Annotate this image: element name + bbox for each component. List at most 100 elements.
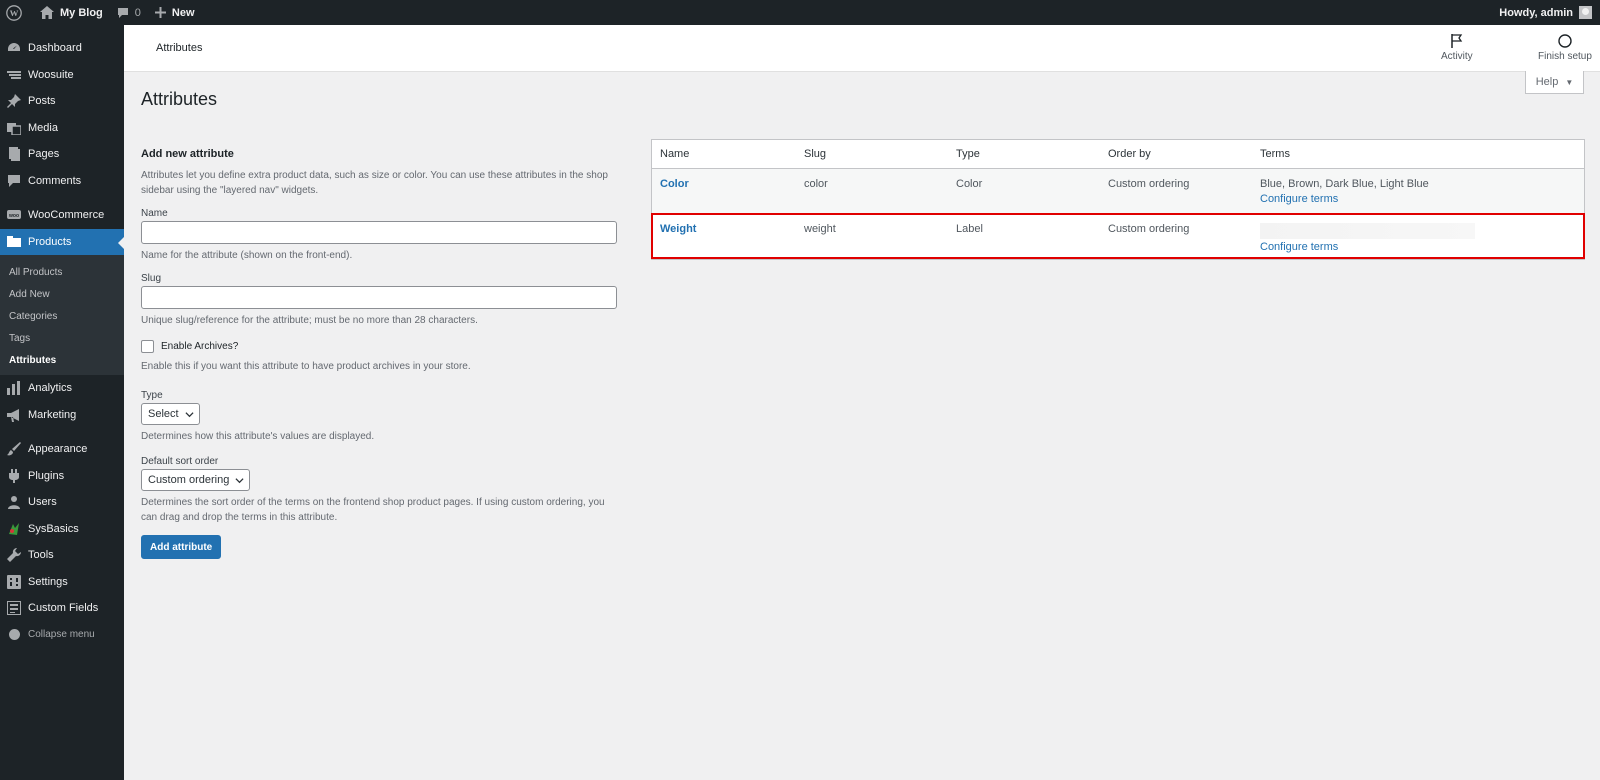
- name-description: Name for the attribute (shown on the fro…: [141, 250, 353, 261]
- column-header-terms: Terms: [1260, 148, 1290, 160]
- add-attribute-button[interactable]: Add attribute: [141, 535, 222, 559]
- comments-link[interactable]: 0: [109, 0, 147, 25]
- name-input[interactable]: [141, 221, 617, 244]
- wrench-icon: [7, 548, 21, 563]
- sidebar-item-settings[interactable]: Settings: [0, 569, 124, 596]
- dashboard-icon: [7, 41, 21, 55]
- header-page-title: Attributes: [156, 42, 203, 54]
- sidebar-item-label: Users: [28, 496, 57, 509]
- sidebar-item-users[interactable]: Users: [0, 489, 124, 516]
- attribute-name-link[interactable]: Weight: [660, 223, 696, 235]
- sidebar-item-marketing[interactable]: Marketing: [0, 402, 124, 429]
- enable-archives-label: Enable Archives?: [161, 341, 239, 352]
- sidebar-item-products[interactable]: Products: [0, 228, 124, 255]
- sidebar-item-label: Plugins: [28, 469, 65, 482]
- add-attribute-form: Add new attribute Attributes let you def…: [141, 148, 617, 559]
- archives-description: Enable this if you want this attribute t…: [141, 361, 471, 372]
- wordpress-logo-icon[interactable]: W: [0, 0, 28, 25]
- submenu-categories[interactable]: Categories: [0, 305, 124, 327]
- sidebar-item-label: Media: [28, 121, 58, 134]
- sidebar-item-label: Products: [28, 235, 72, 248]
- sidebar-item-label: Analytics: [28, 382, 73, 395]
- table-row: Weight weight Label Custom ordering Conf…: [651, 213, 1585, 259]
- site-name: My Blog: [60, 6, 103, 19]
- new-label: New: [171, 6, 195, 19]
- type-select-value: Select: [148, 408, 179, 420]
- new-content-link[interactable]: New: [147, 0, 201, 25]
- sidebar-item-posts[interactable]: Posts: [0, 88, 124, 115]
- site-name-link[interactable]: My Blog: [28, 0, 109, 25]
- configure-terms-link[interactable]: Configure terms: [1260, 193, 1584, 205]
- column-header-type: Type: [956, 148, 980, 160]
- attribute-order-by: Custom ordering: [1108, 178, 1190, 190]
- sidebar-item-label: Appearance: [28, 443, 88, 456]
- help-label: Help: [1535, 76, 1559, 88]
- sort-order-select[interactable]: Custom ordering: [141, 469, 251, 491]
- sidebar-item-analytics[interactable]: Analytics: [0, 375, 124, 402]
- activity-button[interactable]: Activity: [1441, 33, 1473, 62]
- avatar: [1579, 6, 1592, 19]
- help-button[interactable]: Help ▼: [1525, 71, 1584, 94]
- sidebar-item-appearance[interactable]: Appearance: [0, 436, 124, 463]
- sysbasics-icon: [7, 522, 21, 536]
- submenu-all-products[interactable]: All Products: [0, 261, 124, 283]
- sidebar-item-sysbasics[interactable]: SysBasics: [0, 516, 124, 543]
- sort-order-description: Determines the sort order of the terms o…: [141, 497, 605, 523]
- activity-label: Activity: [1441, 51, 1473, 62]
- sidebar-item-pages[interactable]: Pages: [0, 141, 124, 168]
- sidebar-item-label: SysBasics: [28, 522, 79, 535]
- attribute-terms: [1260, 223, 1475, 239]
- sidebar-item-custom-fields[interactable]: Custom Fields: [0, 595, 124, 622]
- attribute-name-link[interactable]: Color: [660, 178, 689, 190]
- howdy-text: Howdy, admin: [1499, 6, 1573, 19]
- users-icon: [7, 495, 21, 510]
- flag-icon: [1451, 34, 1463, 48]
- plus-icon: [154, 7, 166, 18]
- finish-setup-button[interactable]: Finish setup: [1538, 33, 1592, 62]
- submenu-tags[interactable]: Tags: [0, 327, 124, 349]
- sidebar-item-woosuite[interactable]: Woosuite: [0, 62, 124, 89]
- enable-archives-checkbox[interactable]: [141, 340, 154, 353]
- submenu-attributes[interactable]: Attributes: [0, 349, 124, 371]
- sidebar-item-comments[interactable]: Comments: [0, 168, 124, 195]
- sidebar-item-plugins[interactable]: Plugins: [0, 463, 124, 490]
- progress-circle-icon: [1558, 34, 1572, 48]
- attribute-terms: Blue, Brown, Dark Blue, Light Blue: [1260, 178, 1429, 190]
- configure-terms-link[interactable]: Configure terms: [1260, 241, 1584, 253]
- sidebar-item-label: Pages: [28, 148, 60, 161]
- type-description: Determines how this attribute's values a…: [141, 431, 375, 442]
- collapse-menu-button[interactable]: Collapse menu: [0, 622, 124, 649]
- brush-icon: [7, 442, 21, 456]
- attributes-table: Name Slug Type Order by Terms Color colo…: [651, 139, 1585, 260]
- column-header-slug: Slug: [804, 148, 827, 160]
- page-title: Attributes: [141, 89, 218, 109]
- attribute-type: Color: [956, 178, 983, 190]
- type-select[interactable]: Select: [141, 403, 200, 425]
- woocommerce-icon: woo: [7, 208, 21, 222]
- sidebar-item-dashboard[interactable]: Dashboard: [0, 35, 124, 62]
- account-menu[interactable]: Howdy, admin: [1493, 0, 1600, 25]
- attribute-type: Label: [956, 223, 983, 235]
- sidebar-item-tools[interactable]: Tools: [0, 542, 124, 569]
- comment-icon: [7, 174, 21, 188]
- sidebar-item-label: Settings: [28, 575, 68, 588]
- column-header-order-by: Order by: [1108, 148, 1151, 160]
- products-submenu: All Products Add New Categories Tags Att…: [0, 255, 124, 375]
- attribute-slug: weight: [804, 223, 836, 235]
- table-header: Name Slug Type Order by Terms: [652, 140, 1584, 169]
- sidebar-item-label: WooCommerce: [28, 209, 105, 222]
- sidebar-item-media[interactable]: Media: [0, 115, 124, 142]
- sidebar-item-label: Woosuite: [28, 68, 74, 81]
- sidebar-item-label: Dashboard: [28, 42, 82, 55]
- chevron-down-icon: [235, 477, 244, 483]
- sidebar-item-label: Custom Fields: [28, 602, 99, 615]
- sidebar-item-woocommerce[interactable]: woo WooCommerce: [0, 202, 124, 229]
- slug-input[interactable]: [141, 286, 617, 309]
- admin-sidebar: Dashboard Woosuite Posts Media Pages Com…: [0, 25, 124, 780]
- sort-order-select-value: Custom ordering: [148, 474, 230, 486]
- slug-description: Unique slug/reference for the attribute;…: [141, 315, 478, 326]
- table-row: Color color Color Custom ordering Blue, …: [652, 169, 1584, 213]
- attribute-order-by: Custom ordering: [1108, 223, 1190, 235]
- column-header-name: Name: [660, 148, 690, 160]
- submenu-add-new[interactable]: Add New: [0, 283, 124, 305]
